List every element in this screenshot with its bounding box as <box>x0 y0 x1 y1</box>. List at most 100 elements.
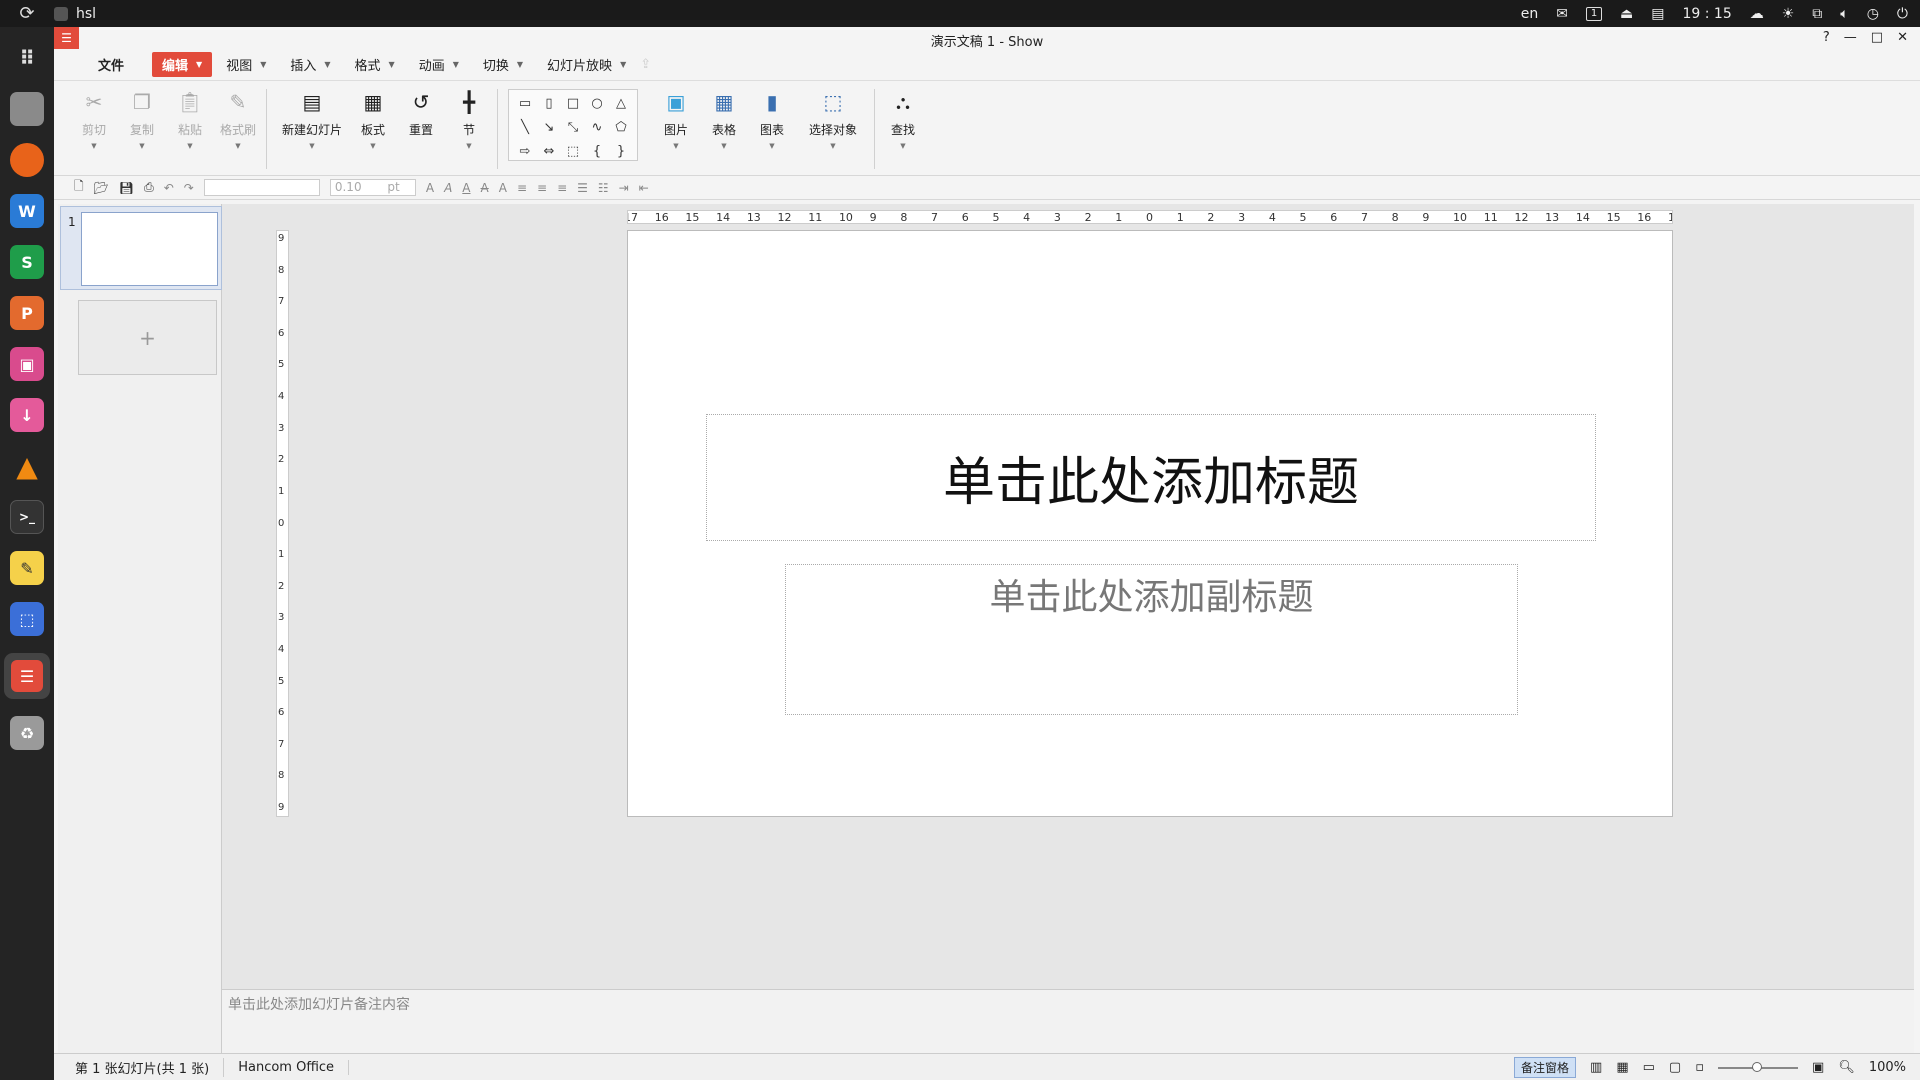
menu-view[interactable]: 视图 ▼ <box>216 52 276 77</box>
double-bracket-icon[interactable]: ⇔ <box>539 142 559 162</box>
normal-view-icon[interactable]: ▥ <box>1590 1060 1602 1075</box>
zoom-in-icon[interactable]: ▣ <box>1812 1060 1824 1075</box>
clipboard-icon[interactable]: ▤ <box>1651 6 1664 22</box>
mail-icon[interactable]: ✉ <box>1556 6 1568 22</box>
layout-button[interactable]: ▦ 板式 ▼ <box>353 89 393 169</box>
hancom-show-icon[interactable]: ☰ <box>4 653 50 699</box>
slide-canvas[interactable]: 单击此处添加标题 单击此处添加副标题 <box>627 230 1673 817</box>
spreadsheet-icon[interactable]: S <box>10 245 44 279</box>
new-slide-button[interactable]: ▤ 新建幻灯片 ▼ <box>279 89 345 169</box>
new-document-icon[interactable]: 🗋 <box>74 177 84 198</box>
strikethrough-icon[interactable]: A <box>481 181 489 195</box>
find-button[interactable]: ⛬ 查找 ▼ <box>883 89 923 169</box>
slide-thumbnail[interactable]: 1 <box>60 206 222 290</box>
cube-icon[interactable]: ⬚ <box>563 142 583 162</box>
freeform-icon[interactable]: ⬠ <box>611 118 631 138</box>
format-painter-button[interactable]: ✎ 格式刷 ▼ <box>218 89 258 169</box>
vlc-icon[interactable]: ▲ <box>10 449 44 483</box>
file-manager-icon[interactable] <box>10 92 44 126</box>
bullet-list-icon[interactable]: ☰ <box>577 181 588 195</box>
share-icon[interactable]: ⇪ <box>640 57 651 72</box>
clock-icon[interactable]: ◷ <box>1867 6 1879 22</box>
brightness-icon[interactable]: ☀ <box>1782 6 1795 22</box>
picture-button[interactable]: ▣ 图片 ▼ <box>656 89 696 169</box>
power-icon[interactable]: ⏻ <box>1897 6 1908 22</box>
text-editor-icon[interactable]: ✎ <box>10 551 44 585</box>
vertical-textbox-icon[interactable]: ▯ <box>539 94 559 114</box>
copy-button[interactable]: ❐ 复制 ▼ <box>122 89 162 169</box>
active-app-indicator[interactable]: hsl <box>54 6 96 22</box>
section-button[interactable]: ╋ 节 ▼ <box>449 89 489 169</box>
zoom-out-icon[interactable]: ▫ <box>1695 1060 1704 1075</box>
slideshow-view-icon[interactable]: ▭ <box>1643 1060 1655 1075</box>
numbered-list-icon[interactable]: ☷ <box>598 181 609 195</box>
font-name-select[interactable] <box>203 179 320 196</box>
right-arrow-icon[interactable]: ⇨ <box>515 142 535 162</box>
magnifier-icon[interactable]: 🔍︎ <box>1838 1060 1855 1075</box>
paste-button[interactable]: 📋︎ 粘贴 ▼ <box>170 89 210 169</box>
underline-icon[interactable]: A <box>462 181 470 195</box>
horizontal-ruler[interactable]: 1716151413121110987654321012345678910111… <box>627 210 1673 224</box>
os-logo-icon[interactable]: ⟳ <box>0 3 54 24</box>
cut-button[interactable]: ✂ 剪切 ▼ <box>74 89 114 169</box>
minimize-icon[interactable]: — <box>1844 30 1857 45</box>
align-center-icon[interactable]: ≡ <box>537 181 547 195</box>
fit-window-icon[interactable]: ▢ <box>1669 1060 1681 1075</box>
software-store-icon[interactable]: ▣ <box>10 347 44 381</box>
align-left-icon[interactable]: ≡ <box>517 181 527 195</box>
right-brace-icon[interactable]: } <box>611 142 631 162</box>
font-color-icon[interactable]: A <box>499 181 507 195</box>
select-object-button[interactable]: ⬚ 选择对象 ▼ <box>800 89 866 169</box>
menu-transition[interactable]: 切换 ▼ <box>473 52 533 77</box>
menu-format[interactable]: 格式 ▼ <box>345 52 405 77</box>
close-icon[interactable]: ✕ <box>1897 30 1908 45</box>
left-brace-icon[interactable]: { <box>587 142 607 162</box>
align-right-icon[interactable]: ≡ <box>557 181 567 195</box>
vertical-ruler[interactable]: 9 8 7 6 5 4 3 2 1 0 1 2 3 4 5 6 7 8 9 <box>276 230 289 817</box>
help-button[interactable]: ? <box>1823 30 1830 45</box>
presentation-icon[interactable]: P <box>10 296 44 330</box>
screenshot-icon[interactable]: ⬚ <box>10 602 44 636</box>
arrow-line-icon[interactable]: ↘ <box>539 118 559 138</box>
notes-pane[interactable]: 单击此处添加幻灯片备注内容 <box>222 989 1914 1053</box>
volume-icon[interactable]: 🔈︎ <box>1840 6 1848 22</box>
add-slide-button[interactable]: + <box>78 300 217 375</box>
menu-insert[interactable]: 插入 ▼ <box>280 52 340 77</box>
terminal-icon[interactable]: >_ <box>10 500 44 534</box>
language-indicator[interactable]: en <box>1521 6 1539 22</box>
notes-pane-toggle[interactable]: 备注窗格 <box>1514 1057 1577 1078</box>
curve-icon[interactable]: ∿ <box>587 118 607 138</box>
firefox-icon[interactable] <box>10 143 44 177</box>
network-icon[interactable]: ⧉ <box>1812 6 1822 22</box>
workspace-indicator[interactable]: 1 <box>1586 6 1603 21</box>
menu-file[interactable]: 文件 <box>88 52 134 77</box>
textbox-icon[interactable]: ▭ <box>515 94 535 114</box>
save-icon[interactable]: 💾︎ <box>119 181 134 195</box>
zoom-slider-knob[interactable] <box>1752 1061 1763 1072</box>
outdent-icon[interactable]: ⇤ <box>639 181 649 195</box>
table-button[interactable]: ▦ 表格 ▼ <box>704 89 744 169</box>
line-icon[interactable]: ╲ <box>515 118 535 138</box>
weather-icon[interactable]: ☁ <box>1750 6 1764 22</box>
eject-icon[interactable]: ⏏ <box>1620 6 1633 22</box>
open-folder-icon[interactable]: 📂︎ <box>94 181 109 195</box>
font-grow-icon[interactable]: A <box>426 181 434 195</box>
indent-icon[interactable]: ⇥ <box>619 181 629 195</box>
app-grid-icon[interactable]: ⠿ <box>10 41 44 75</box>
triangle-icon[interactable]: △ <box>611 94 631 114</box>
rectangle-icon[interactable]: □ <box>563 94 583 114</box>
subtitle-placeholder[interactable]: 单击此处添加副标题 <box>785 564 1518 715</box>
italic-icon[interactable]: A <box>444 181 452 195</box>
writer-icon[interactable]: W <box>10 194 44 228</box>
menu-slideshow[interactable]: 幻灯片放映 ▼ <box>537 52 636 77</box>
redo-icon[interactable]: ↷ <box>184 181 194 195</box>
title-placeholder[interactable]: 单击此处添加标题 <box>706 414 1596 541</box>
chart-button[interactable]: ▮ 图表 ▼ <box>752 89 792 169</box>
reset-button[interactable]: ↺ 重置 <box>401 89 441 169</box>
download-icon[interactable]: ↓ <box>10 398 44 432</box>
zoom-slider[interactable] <box>1718 1061 1799 1072</box>
slide-sorter-icon[interactable]: ▦ <box>1616 1060 1628 1075</box>
menu-edit[interactable]: 编辑 ▼ <box>152 52 213 77</box>
print-icon[interactable]: ⎙ <box>144 180 154 195</box>
menu-animation[interactable]: 动画 ▼ <box>409 52 469 77</box>
